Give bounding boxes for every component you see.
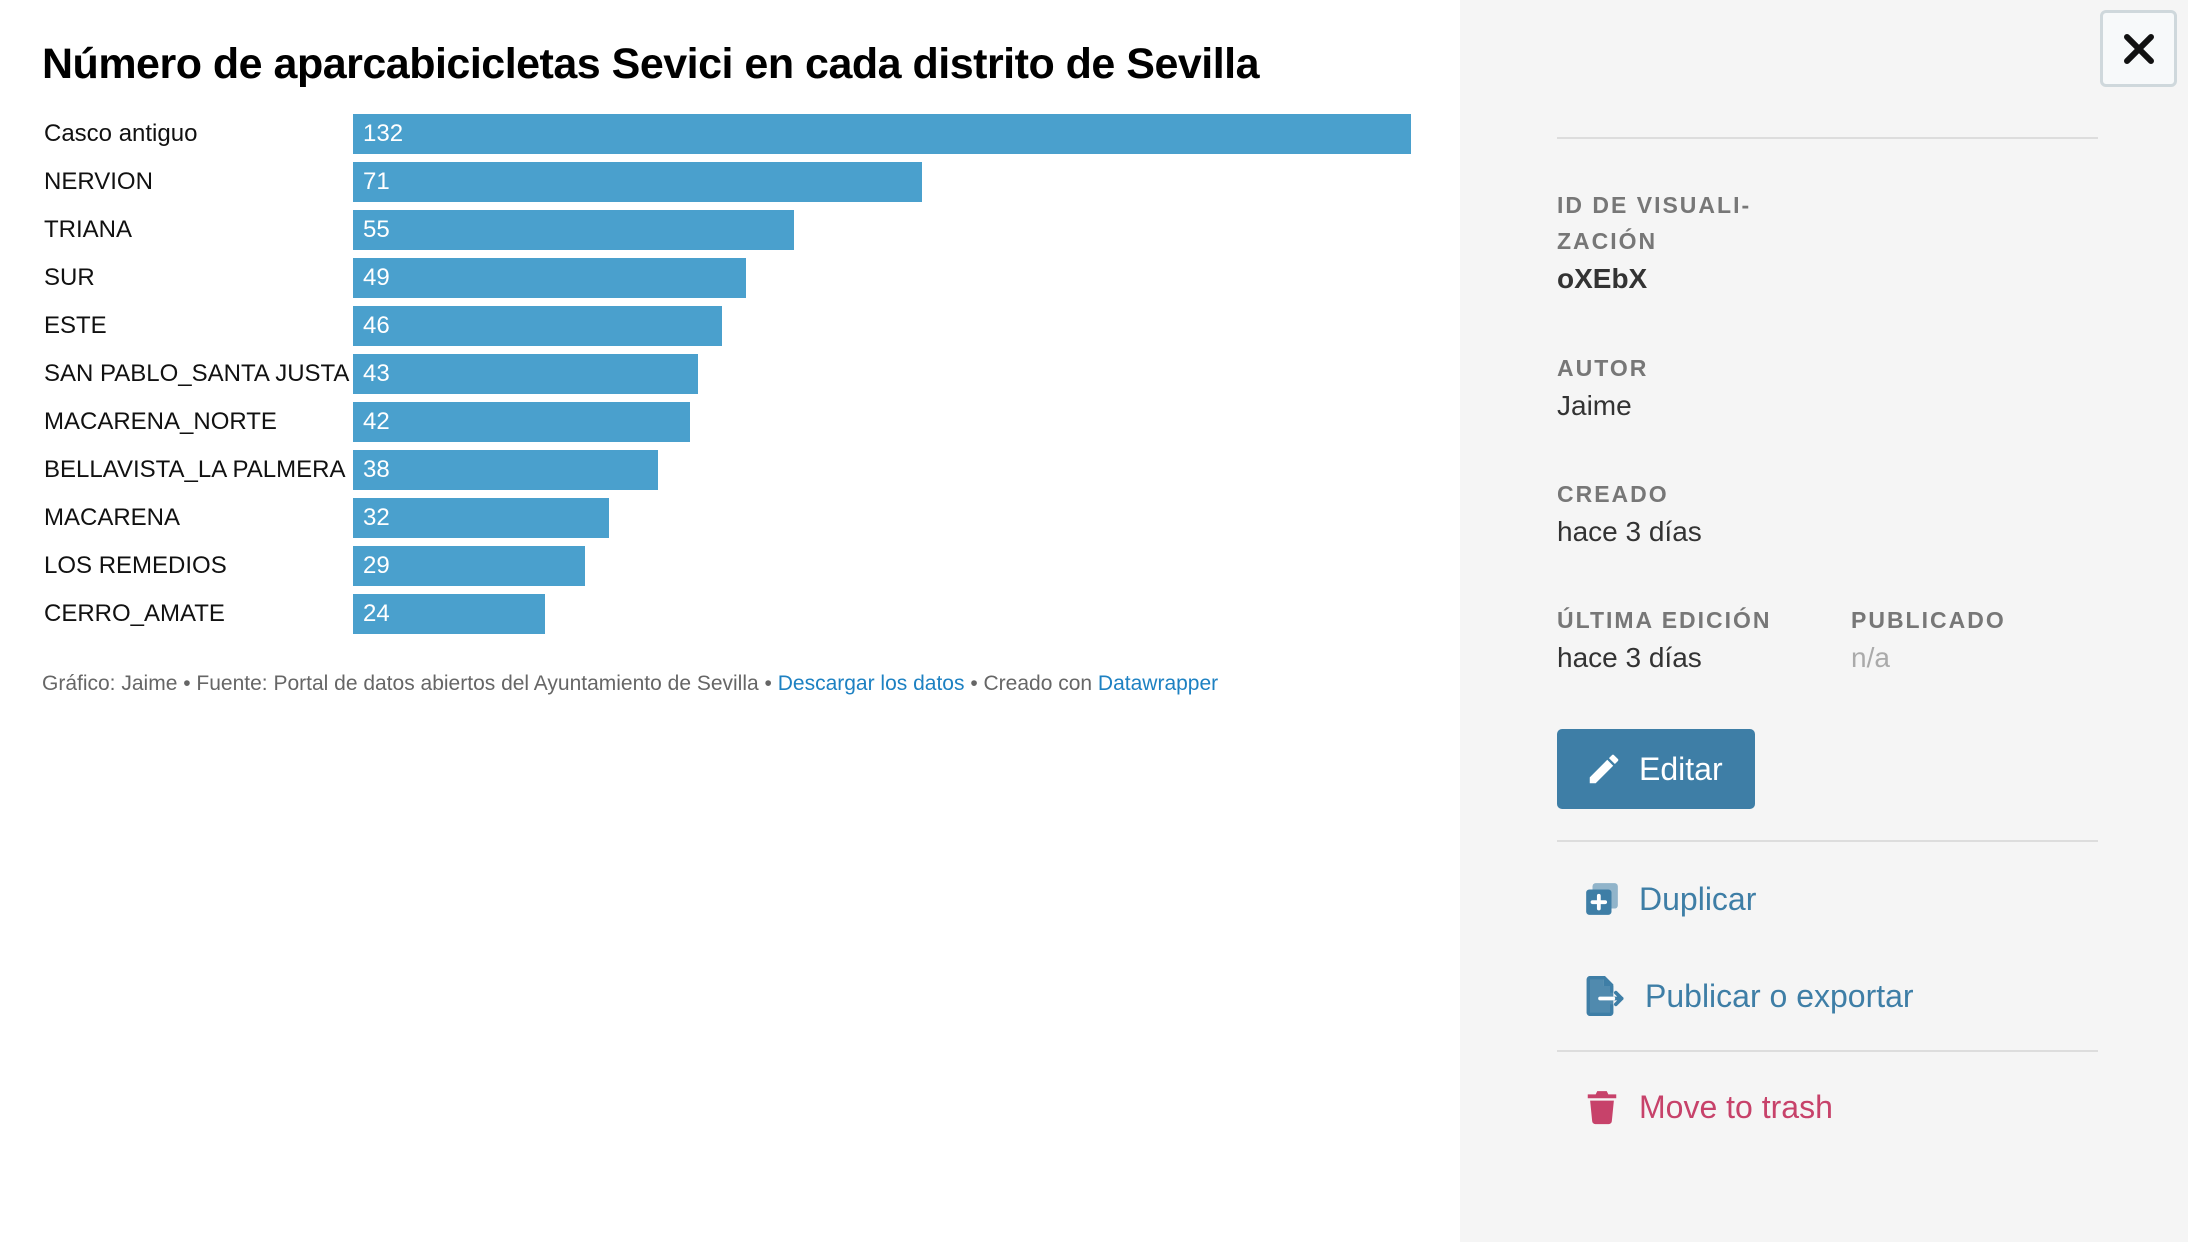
file-export-icon — [1586, 976, 1624, 1016]
bar: 29 — [353, 546, 585, 586]
bar-label: NERVION — [44, 168, 153, 195]
bar: 32 — [353, 498, 609, 538]
published-value: n/a — [1851, 642, 1890, 673]
bar-row: MACARENA 32 — [0, 498, 1460, 538]
sidebar-divider-bottom — [1557, 1050, 2098, 1052]
edit-button[interactable]: Editar — [1557, 729, 1755, 809]
sidebar-divider-top — [1557, 137, 2098, 139]
bar: 24 — [353, 594, 545, 634]
bar-row: MACARENA_NORTE 42 — [0, 402, 1460, 442]
bar-value-label: 132 — [363, 120, 404, 147]
publish-export-button[interactable]: Publicar o exportar — [1583, 976, 1914, 1016]
bar-row: SUR 49 — [0, 258, 1460, 298]
bar-label: SAN PABLO_SANTA JUSTA — [44, 360, 350, 387]
close-button[interactable] — [2100, 10, 2177, 87]
bar: 42 — [353, 402, 690, 442]
move-to-trash-button[interactable]: Move to trash — [1583, 1088, 1833, 1126]
bar: 71 — [353, 162, 922, 202]
bar-label: SUR — [44, 264, 95, 291]
bar-row: ESTE 46 — [0, 306, 1460, 346]
bar-value-label: 38 — [363, 456, 390, 483]
edit-button-label: Editar — [1639, 750, 1723, 787]
bar-row: SAN PABLO_SANTA JUSTA 43 — [0, 354, 1460, 394]
created-label: CREADO — [1557, 481, 1669, 507]
bar-value-label: 55 — [363, 216, 390, 243]
bar: 55 — [353, 210, 794, 250]
visualization-id-label-line2: ZACIÓN — [1557, 228, 1658, 254]
bar-label: LOS REMEDIOS — [44, 552, 227, 579]
bar-value-label: 71 — [363, 168, 390, 195]
sidebar-divider-middle — [1557, 840, 2098, 842]
chart-footer: Gráfico: Jaime • Fuente: Portal de datos… — [42, 672, 1218, 696]
bar-label: TRIANA — [44, 216, 133, 243]
chart-title: Número de aparcabicicletas Sevici en cad… — [42, 40, 1260, 88]
bar-value-label: 24 — [363, 600, 390, 627]
bar-row: TRIANA 55 — [0, 210, 1460, 250]
datawrapper-link[interactable]: Datawrapper — [1098, 672, 1218, 695]
duplicate-icon — [1586, 883, 1618, 915]
duplicate-button[interactable]: Duplicar — [1583, 880, 1756, 918]
publish-export-button-label: Publicar o exportar — [1645, 977, 1914, 1014]
bar-row: LOS REMEDIOS 29 — [0, 546, 1460, 586]
duplicate-button-label: Duplicar — [1639, 880, 1757, 917]
download-data-link[interactable]: Descargar los datos — [778, 672, 965, 695]
move-to-trash-button-label: Move to trash — [1639, 1088, 1833, 1125]
bar: 43 — [353, 354, 698, 394]
author-label: AUTOR — [1557, 355, 1649, 381]
bar-label: MACARENA_NORTE — [44, 408, 277, 435]
bar-label: Casco antiguo — [44, 120, 198, 147]
bar-row: CERRO_AMATE 24 — [0, 594, 1460, 634]
author-value: Jaime — [1557, 390, 1632, 421]
bar-row: BELLAVISTA_LA PALMERA 38 — [0, 450, 1460, 490]
trash-icon — [1587, 1091, 1617, 1125]
visualization-id-label-line1: ID DE VISUALI- — [1557, 192, 1752, 218]
footer-byline: Gráfico: Jaime • Fuente: Portal de datos… — [42, 672, 778, 695]
bar: 132 — [353, 114, 1411, 154]
bar-value-label: 49 — [363, 264, 390, 291]
bar-value-label: 29 — [363, 552, 390, 579]
close-icon — [2123, 33, 2154, 64]
bar-row: NERVION 71 — [0, 162, 1460, 202]
bar-value-label: 43 — [363, 360, 390, 387]
visualization-id-value: oXEbX — [1557, 263, 1648, 294]
bar: 46 — [353, 306, 722, 346]
bar-value-label: 32 — [363, 504, 390, 531]
bar-label: BELLAVISTA_LA PALMERA — [44, 456, 346, 483]
bar-label: CERRO_AMATE — [44, 600, 225, 627]
last-edit-value: hace 3 días — [1557, 642, 1702, 673]
footer-created-with: • Creado con — [964, 672, 1098, 695]
bar-label: MACARENA — [44, 504, 181, 531]
bar-value-label: 42 — [363, 408, 390, 435]
last-edit-label: ÚLTIMA EDICIÓN — [1557, 607, 1772, 633]
bar: 49 — [353, 258, 746, 298]
visualization-id-label: ID DE VISUALI- ZACIÓN — [1557, 187, 1751, 259]
published-label: PUBLICADO — [1851, 607, 2006, 633]
bar-value-label: 46 — [363, 312, 390, 339]
pencil-icon — [1589, 754, 1619, 784]
created-value: hace 3 días — [1557, 516, 1702, 547]
bar-label: ESTE — [44, 312, 107, 339]
bar: 38 — [353, 450, 658, 490]
bar-row: Casco antiguo 132 — [0, 114, 1460, 154]
chart-pane: Número de aparcabicicletas Sevici en cad… — [0, 0, 1460, 1242]
